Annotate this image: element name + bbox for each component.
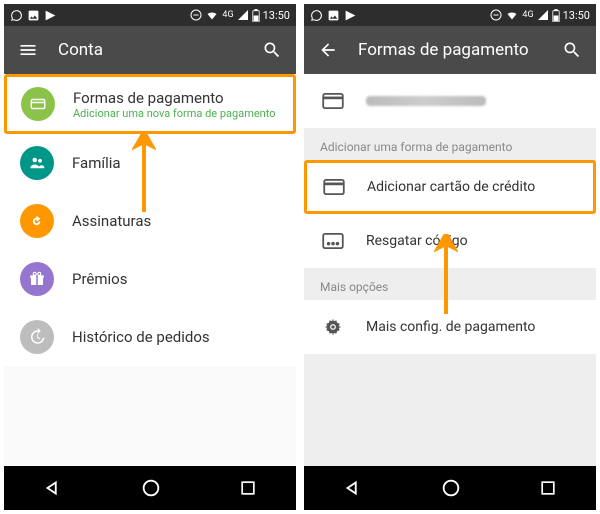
whatsapp-icon xyxy=(310,9,323,22)
nav-recent-icon[interactable] xyxy=(238,478,258,498)
status-left-icons xyxy=(10,9,57,22)
nav-recent-icon[interactable] xyxy=(538,478,558,498)
search-icon[interactable] xyxy=(562,40,582,60)
dnd-icon xyxy=(190,9,202,21)
status-left-icons xyxy=(310,9,357,22)
item-title: Prêmios xyxy=(72,270,127,288)
battery-icon xyxy=(552,9,560,22)
app-bar: Formas de pagamento xyxy=(304,26,596,74)
image-icon xyxy=(27,9,40,22)
signal-icon xyxy=(537,9,549,21)
wifi-icon xyxy=(205,9,219,21)
phone-left: 4G 13:50 Conta Formas de pagamento Adici… xyxy=(4,4,296,510)
item-subtitle: Adicionar uma nova forma de pagamento xyxy=(73,107,276,120)
app-bar: Conta xyxy=(4,26,296,74)
add-credit-card-row[interactable]: Adicionar cartão de crédito xyxy=(304,160,596,214)
network-label: 4G xyxy=(222,10,233,20)
item-title: Histórico de pedidos xyxy=(72,328,210,346)
play-icon xyxy=(44,9,57,22)
status-right-icons: 4G 13:50 xyxy=(190,9,290,22)
history-icon xyxy=(20,320,54,354)
image-icon xyxy=(327,9,340,22)
nav-back-icon[interactable] xyxy=(342,477,364,499)
status-bar: 4G 13:50 xyxy=(4,4,296,26)
section-more-options: Mais opções xyxy=(304,268,596,300)
existing-card-row[interactable] xyxy=(304,74,596,128)
item-title: Família xyxy=(72,154,121,172)
row-label: Mais config. de pagamento xyxy=(366,319,535,335)
card-icon xyxy=(322,92,344,110)
content-left: Formas de pagamento Adicionar uma nova f… xyxy=(4,74,296,466)
search-icon[interactable] xyxy=(262,40,282,60)
nav-home-icon[interactable] xyxy=(140,477,162,499)
item-order-history[interactable]: Histórico de pedidos xyxy=(4,308,296,366)
page-title: Conta xyxy=(58,40,242,60)
more-payment-settings-row[interactable]: Mais config. de pagamento xyxy=(304,300,596,354)
item-title: Formas de pagamento xyxy=(73,89,276,107)
signal-icon xyxy=(237,9,249,21)
item-title: Assinaturas xyxy=(72,212,151,230)
gift-icon xyxy=(20,262,54,296)
gear-icon xyxy=(322,318,344,336)
card-icon xyxy=(21,87,55,121)
family-icon xyxy=(20,146,54,180)
card-icon xyxy=(323,178,345,196)
wifi-icon xyxy=(505,9,519,21)
subscriptions-icon xyxy=(20,204,54,238)
redeem-code-row[interactable]: Resgatar código xyxy=(304,214,596,268)
item-rewards[interactable]: Prêmios xyxy=(4,250,296,308)
menu-icon[interactable] xyxy=(18,40,38,60)
content-right: Adicionar uma forma de pagamento Adicion… xyxy=(304,74,596,466)
row-label: Adicionar cartão de crédito xyxy=(367,179,535,195)
page-title: Formas de pagamento xyxy=(358,40,542,60)
item-family[interactable]: Família xyxy=(4,134,296,192)
item-payment-methods[interactable]: Formas de pagamento Adicionar uma nova f… xyxy=(4,74,296,134)
play-icon xyxy=(344,9,357,22)
nav-home-icon[interactable] xyxy=(440,477,462,499)
dnd-icon xyxy=(490,9,502,21)
clock: 13:50 xyxy=(263,9,290,22)
back-icon[interactable] xyxy=(318,40,338,60)
item-text: Formas de pagamento Adicionar uma nova f… xyxy=(73,89,276,120)
row-label: Resgatar código xyxy=(366,233,468,249)
clock: 13:50 xyxy=(563,9,590,22)
whatsapp-icon xyxy=(10,9,23,22)
code-icon xyxy=(322,232,344,250)
network-label: 4G xyxy=(522,10,533,20)
status-right-icons: 4G 13:50 xyxy=(490,9,590,22)
battery-icon xyxy=(252,9,260,22)
item-subscriptions[interactable]: Assinaturas xyxy=(4,192,296,250)
nav-bar xyxy=(304,466,596,510)
phone-right: 4G 13:50 Formas de pagamento Adicionar u… xyxy=(304,4,596,510)
status-bar: 4G 13:50 xyxy=(304,4,596,26)
nav-bar xyxy=(4,466,296,510)
section-add-payment: Adicionar uma forma de pagamento xyxy=(304,128,596,160)
nav-back-icon[interactable] xyxy=(42,477,64,499)
masked-card-label xyxy=(366,96,486,106)
